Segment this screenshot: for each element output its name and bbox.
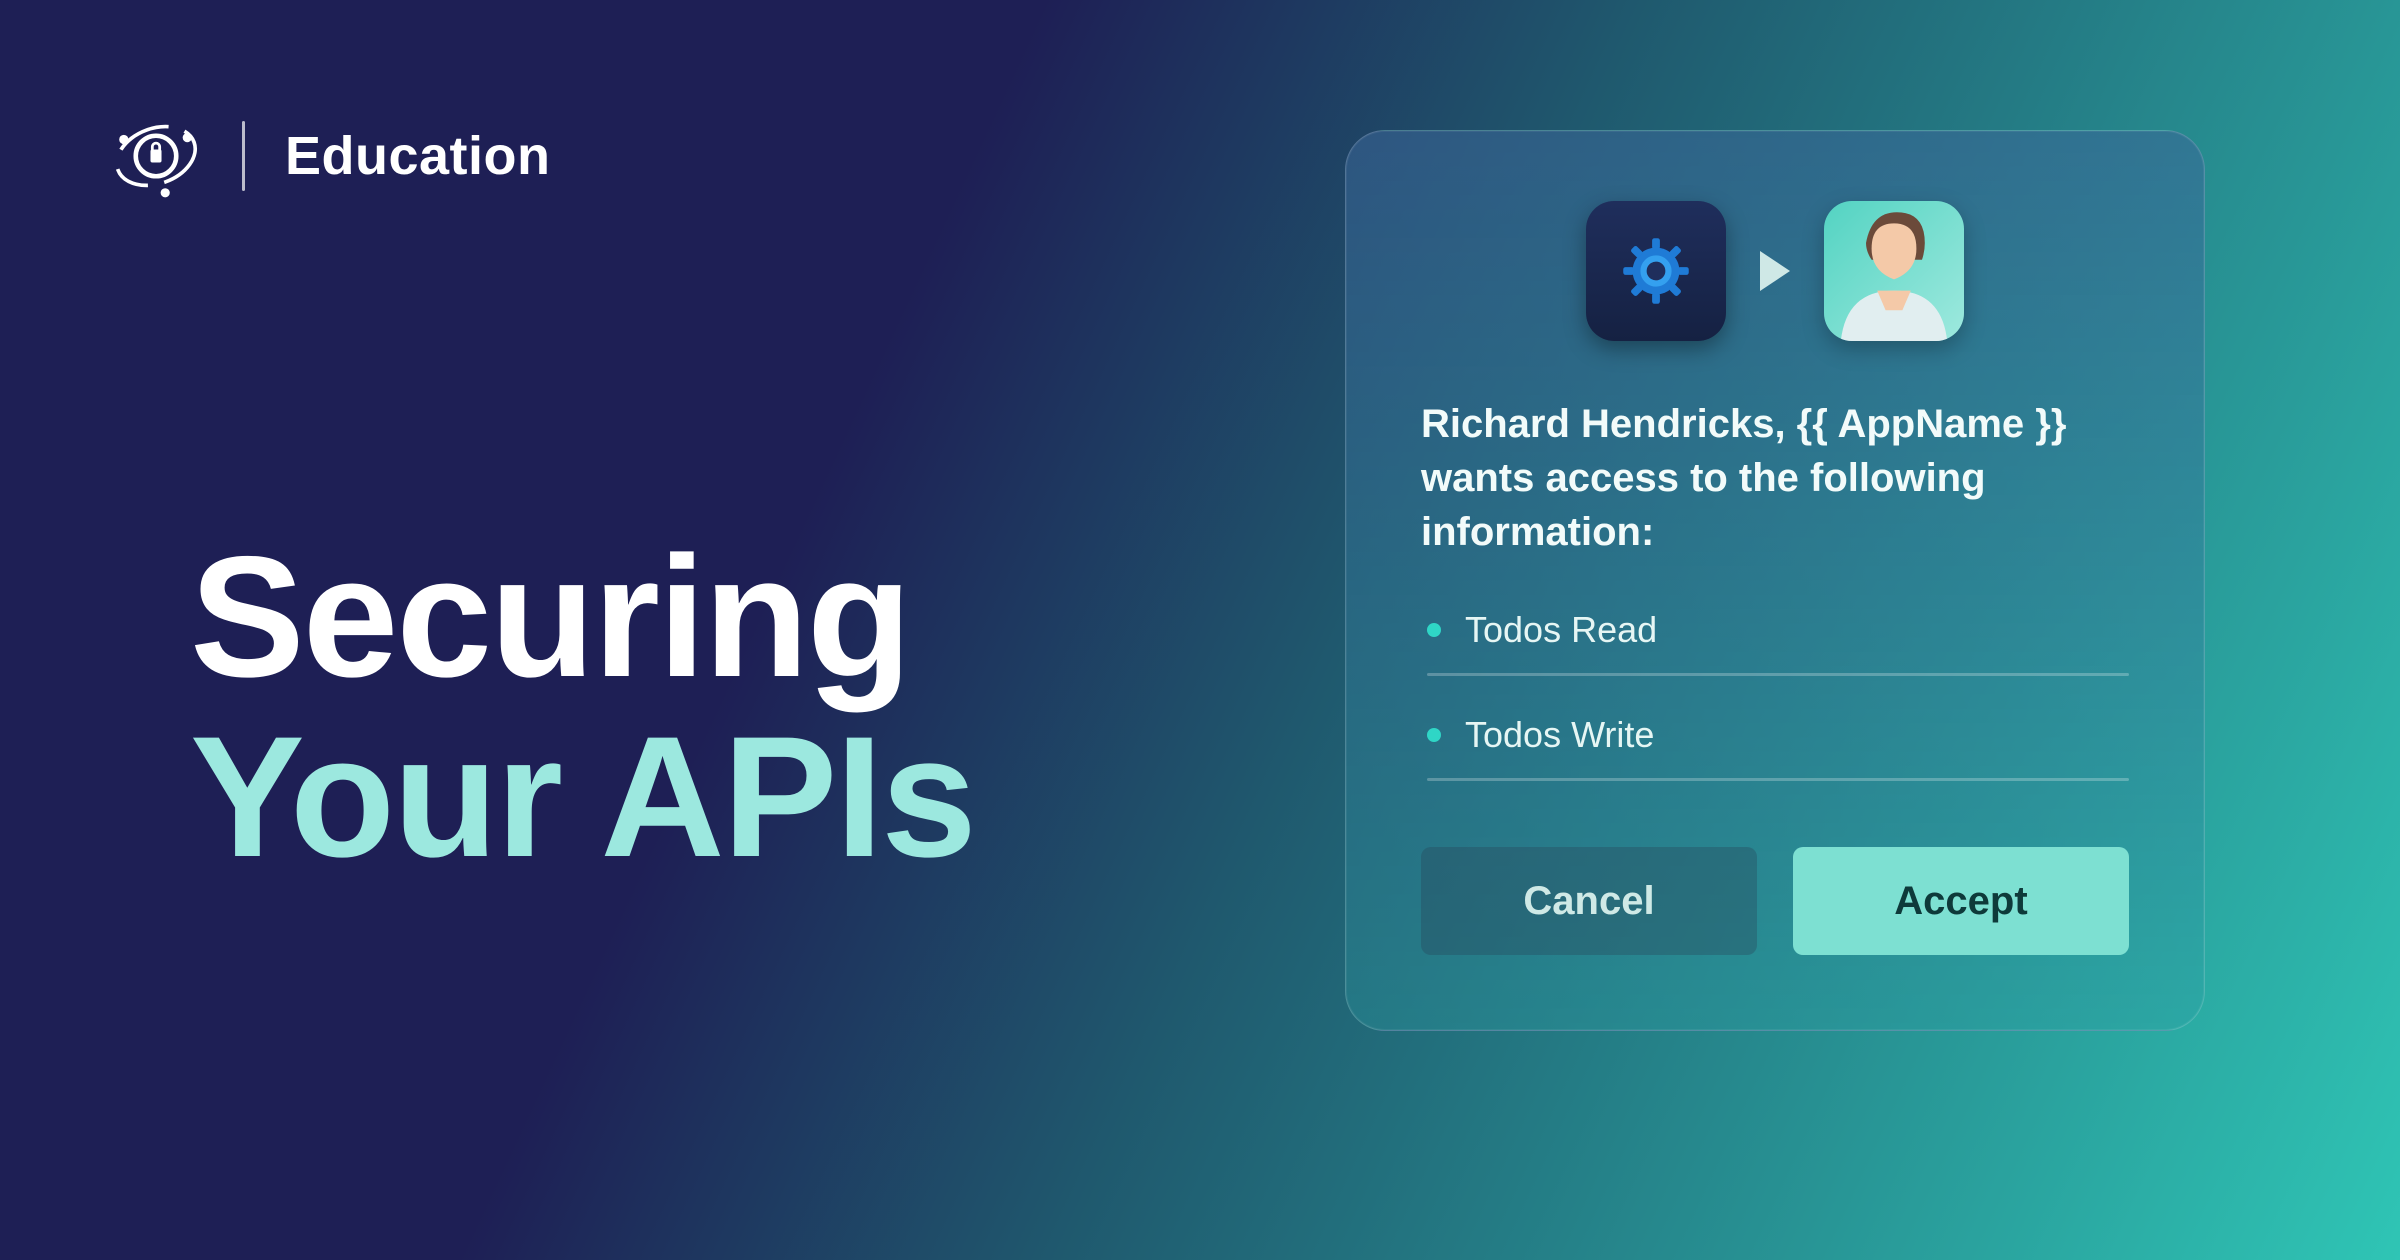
consent-actions: Cancel Accept: [1421, 847, 2129, 955]
orbit-lock-icon: [110, 110, 202, 202]
gear-icon: [1617, 232, 1695, 310]
brand-text: Education: [285, 125, 551, 187]
avatar-icon: [1824, 201, 1964, 341]
bullet-icon: [1427, 728, 1441, 742]
consent-icon-row: [1421, 201, 2129, 341]
permission-divider: [1427, 778, 2129, 781]
app-icon-tile: [1586, 201, 1726, 341]
header-divider: [242, 121, 245, 191]
header: Education: [110, 110, 551, 202]
hero-line-2: Your APIs: [190, 705, 975, 891]
permission-list: Todos Read Todos Write: [1427, 609, 2129, 781]
consent-card: Richard Hendricks, {{ AppName }} wants a…: [1345, 130, 2205, 1031]
consent-message: Richard Hendricks, {{ AppName }} wants a…: [1421, 397, 2129, 559]
accept-button[interactable]: Accept: [1793, 847, 2129, 955]
hero-line-1: Securing: [190, 530, 975, 705]
permission-item: Todos Write: [1427, 714, 2129, 756]
permission-label: Todos Read: [1465, 609, 1657, 651]
bullet-icon: [1427, 623, 1441, 637]
permission-label: Todos Write: [1465, 714, 1654, 756]
permission-item: Todos Read: [1427, 609, 2129, 651]
hero-title: Securing Your APIs: [190, 530, 975, 891]
permission-divider: [1427, 673, 2129, 676]
user-avatar-tile: [1824, 201, 1964, 341]
brand-logo: [110, 110, 202, 202]
cancel-button[interactable]: Cancel: [1421, 847, 1757, 955]
arrow-right-icon: [1760, 251, 1790, 291]
